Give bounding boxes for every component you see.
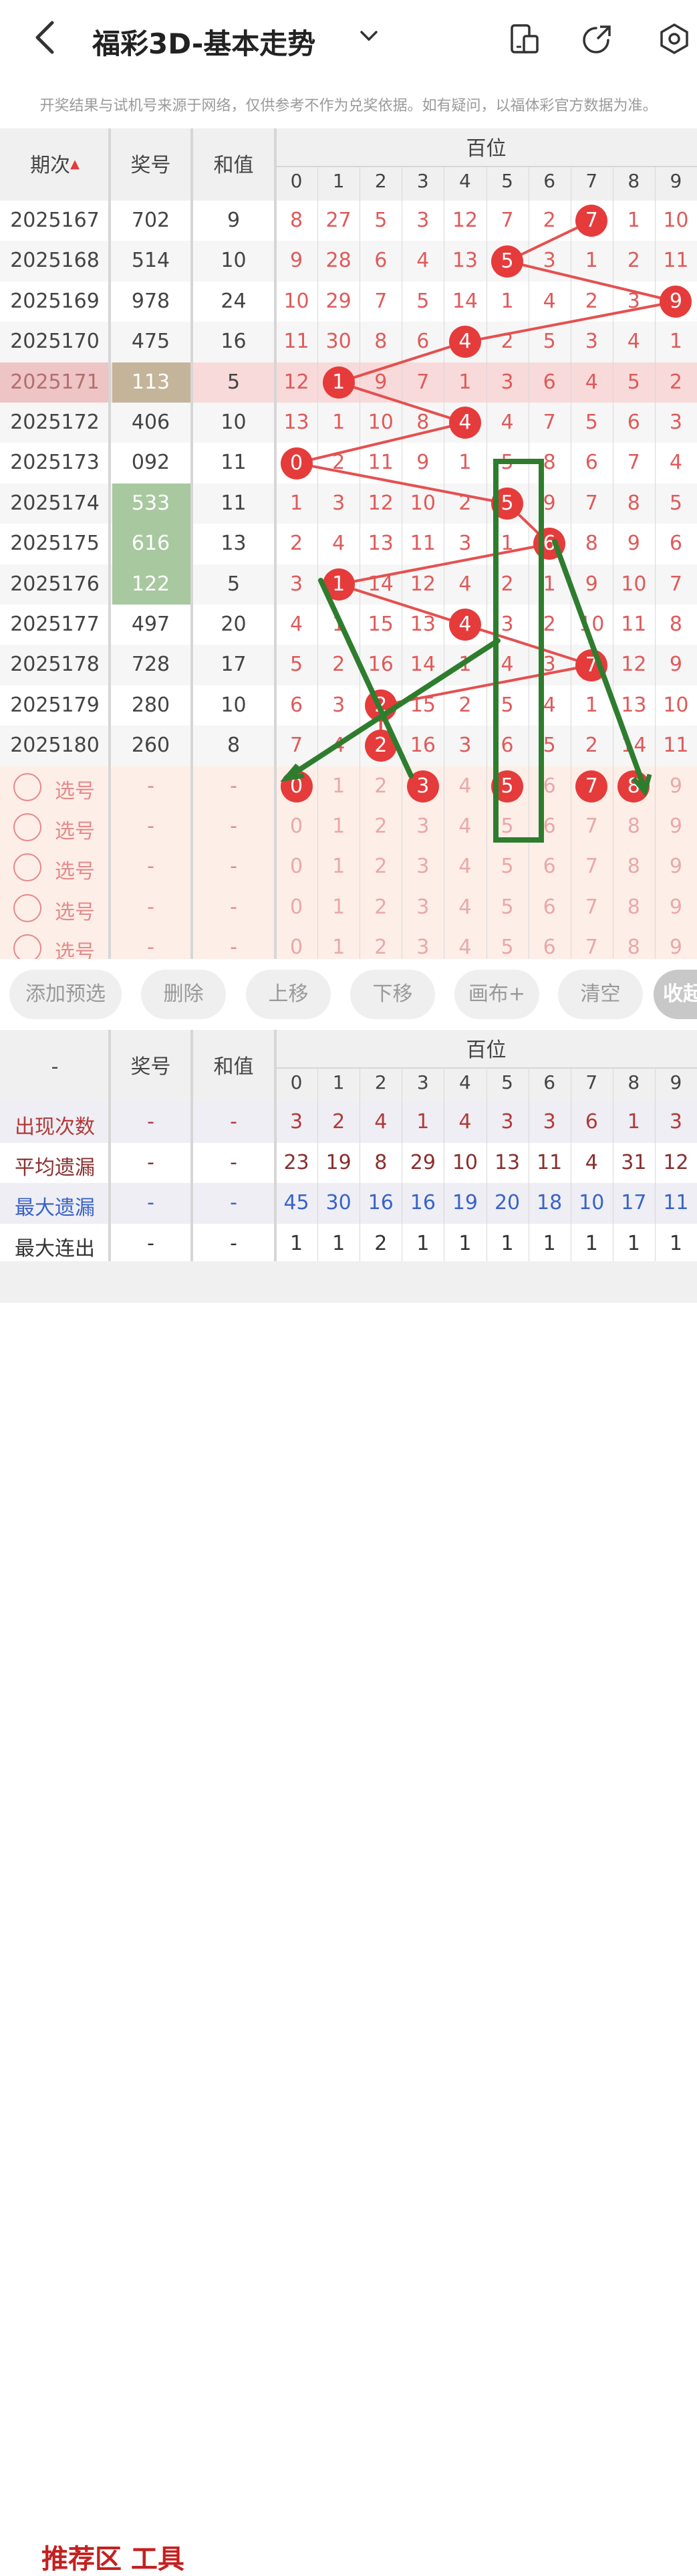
stats-value: 12: [663, 1150, 689, 1174]
bottom-area: 推荐区 工具: [0, 1261, 697, 2575]
stats-value: 1: [332, 1231, 345, 1255]
stats-value: 45: [283, 1191, 309, 1214]
stats-value: 11: [663, 1191, 689, 1214]
app-header: 福彩3D-基本走势: [0, 0, 697, 79]
canvas-plus-button[interactable]: 画布+: [454, 970, 539, 1019]
stats-value: 2: [374, 1231, 388, 1255]
stats-row-label: 出现次数: [15, 1115, 95, 1139]
stats-value: 2: [332, 1110, 345, 1134]
share-arrow-icon[interactable]: [581, 23, 613, 55]
stats-row-label: 最大连出: [15, 1237, 95, 1261]
stats-value: 1: [416, 1231, 430, 1255]
stats-digit-header: 2: [374, 1071, 387, 1093]
stats-value: 10: [452, 1150, 478, 1174]
stats-digit-header: 3: [416, 1071, 429, 1093]
stats-value: 31: [621, 1150, 647, 1174]
stats-col-number: 奖号: [130, 1055, 171, 1079]
annotation-rect: [493, 459, 544, 843]
footer-peek-text: 推荐区 工具: [41, 2544, 184, 2575]
stats-value: 18: [537, 1191, 563, 1214]
delete-button[interactable]: 删除: [141, 970, 226, 1019]
stats-value: 10: [579, 1191, 605, 1214]
stats-digit-header: 1: [332, 1071, 345, 1093]
stats-table: - 奖号 和值 百位 0 1 2 3 4 5 6 7 8 9 出现次数 - -3 2 4 1 4 3 3 6 1 3 平均遗漏 - -2…: [0, 1030, 697, 1264]
trend-table: 期次▲ 奖号 和值 百位 0 1 2 3 4 5 6 7 8 9 2025167 702 9 8 27 5 3 12 7 2 1…: [0, 128, 697, 964]
stats-col-sum: 和值: [213, 1055, 254, 1079]
stats-value: 29: [410, 1150, 436, 1174]
action-button-row: 添加预选 删除 上移 下移 画布+ 清空 收起: [0, 959, 697, 1030]
disclaimer-notice: 开奖结果与试机号来源于网络，仅供参考不作为兑奖依据。如有疑问，以福体彩官方数据为…: [39, 98, 658, 114]
stats-value: 6: [585, 1110, 598, 1134]
stats-value: 3: [669, 1110, 682, 1134]
stats-group-label: 百位: [466, 1039, 507, 1062]
stats-row-label: 平均遗漏: [15, 1156, 95, 1180]
stats-value: 1: [290, 1231, 303, 1255]
stats-num-dash: -: [147, 1231, 154, 1255]
stats-digit-header: 7: [585, 1071, 598, 1093]
recommend-card: 推荐区 工具: [16, 2523, 697, 2575]
annotation-stroke: [283, 638, 501, 781]
add-preselect-button[interactable]: 添加预选: [9, 970, 122, 1019]
stats-value: 1: [543, 1231, 556, 1255]
settings-hex-icon[interactable]: [658, 23, 690, 55]
collapse-button[interactable]: 收起: [654, 970, 697, 1019]
stats-sum-dash: -: [230, 1191, 237, 1214]
stats-value: 1: [458, 1231, 472, 1255]
stats-num-dash: -: [147, 1150, 154, 1174]
stats-num-dash: -: [147, 1191, 154, 1214]
stats-digit-header: 4: [459, 1071, 471, 1093]
stats-value: 1: [669, 1231, 682, 1255]
move-down-button[interactable]: 下移: [350, 970, 435, 1019]
stats-value: 17: [621, 1191, 647, 1214]
stats-value: 23: [283, 1150, 309, 1174]
stats-value: 3: [543, 1110, 556, 1134]
stats-value: 4: [458, 1110, 472, 1134]
stats-value: 1: [627, 1231, 640, 1255]
stats-sum-dash: -: [230, 1150, 237, 1174]
annotation-overlay: [280, 459, 652, 843]
stats-value: 1: [627, 1110, 640, 1134]
stats-value: 3: [501, 1110, 514, 1134]
stats-digit-header: 8: [628, 1071, 640, 1093]
stats-value: 13: [494, 1150, 521, 1174]
stats-value: 1: [501, 1231, 514, 1255]
stats-value: 4: [585, 1150, 598, 1174]
stats-digit-header: 6: [543, 1071, 556, 1093]
stats-digit-header: 5: [501, 1071, 513, 1093]
stats-value: 1: [416, 1110, 430, 1134]
page-title[interactable]: 福彩3D-基本走势: [92, 21, 315, 62]
stats-value: 1: [585, 1231, 598, 1255]
stats-value: 20: [494, 1191, 521, 1214]
stats-digit-header: 0: [290, 1071, 303, 1093]
stats-value: 11: [537, 1150, 563, 1174]
chevron-left-icon[interactable]: [32, 19, 59, 65]
phone-card-icon[interactable]: [508, 23, 540, 55]
stats-col-first: -: [51, 1055, 59, 1079]
stats-value: 30: [325, 1191, 352, 1214]
clear-button[interactable]: 清空: [558, 970, 643, 1019]
stats-sum-dash: -: [230, 1231, 237, 1255]
annotation-stroke: [552, 539, 648, 792]
stats-sum-dash: -: [230, 1110, 237, 1134]
stats-value: 16: [368, 1191, 394, 1214]
stats-value: 19: [452, 1191, 478, 1214]
stats-value: 16: [410, 1191, 436, 1214]
chevron-down-icon[interactable]: [358, 24, 380, 53]
stats-num-dash: -: [147, 1110, 154, 1134]
stats-value: 4: [374, 1110, 388, 1134]
stats-value: 19: [325, 1150, 352, 1174]
stats-digit-header: 9: [670, 1071, 682, 1093]
stats-value: 8: [374, 1150, 388, 1174]
stats-row-label: 最大遗漏: [15, 1196, 95, 1220]
move-up-button[interactable]: 上移: [246, 970, 331, 1019]
stats-value: 3: [290, 1110, 303, 1134]
